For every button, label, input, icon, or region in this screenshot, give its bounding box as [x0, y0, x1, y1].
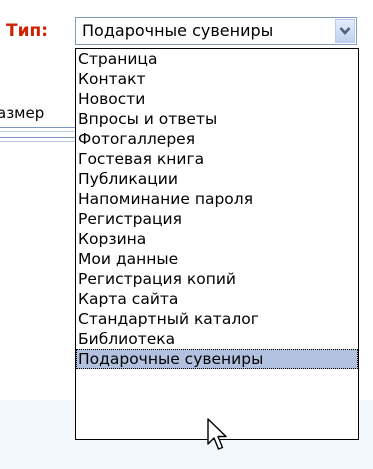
- dropdown-option[interactable]: Фотогаллерея: [76, 129, 358, 149]
- background-divider: [0, 131, 75, 132]
- dropdown-option[interactable]: Регистрация: [76, 209, 358, 229]
- dropdown-option[interactable]: Контакт: [76, 69, 358, 89]
- dropdown-option[interactable]: Карта сайта: [76, 289, 358, 309]
- dropdown-option[interactable]: Корзина: [76, 229, 358, 249]
- type-select-value: Подарочные сувениры: [82, 21, 274, 40]
- dropdown-option[interactable]: Гостевая книга: [76, 149, 358, 169]
- type-dropdown-list: Страница Контакт Новости Впросы и ответы…: [75, 48, 359, 440]
- background-divider: [0, 141, 75, 142]
- dropdown-option-selected[interactable]: Подарочные сувениры: [76, 349, 358, 369]
- background-size-label: азмер: [0, 104, 45, 122]
- dropdown-option[interactable]: Регистрация копий: [76, 269, 358, 289]
- dropdown-option[interactable]: Публикации: [76, 169, 358, 189]
- type-label: Тип:: [6, 21, 49, 41]
- chevron-down-icon[interactable]: [335, 19, 355, 43]
- background-divider: [0, 137, 75, 138]
- dropdown-option[interactable]: Стандартный каталог: [76, 309, 358, 329]
- dropdown-option[interactable]: Новости: [76, 89, 358, 109]
- mouse-pointer-icon: [207, 418, 227, 450]
- dropdown-option[interactable]: Страница: [76, 49, 358, 69]
- dropdown-option[interactable]: Мои данные: [76, 249, 358, 269]
- background-divider: [0, 127, 75, 128]
- type-select[interactable]: Подарочные сувениры: [75, 17, 357, 45]
- dropdown-option[interactable]: Библиотека: [76, 329, 358, 349]
- dropdown-option[interactable]: Напоминание пароля: [76, 189, 358, 209]
- dropdown-option[interactable]: Впросы и ответы: [76, 109, 358, 129]
